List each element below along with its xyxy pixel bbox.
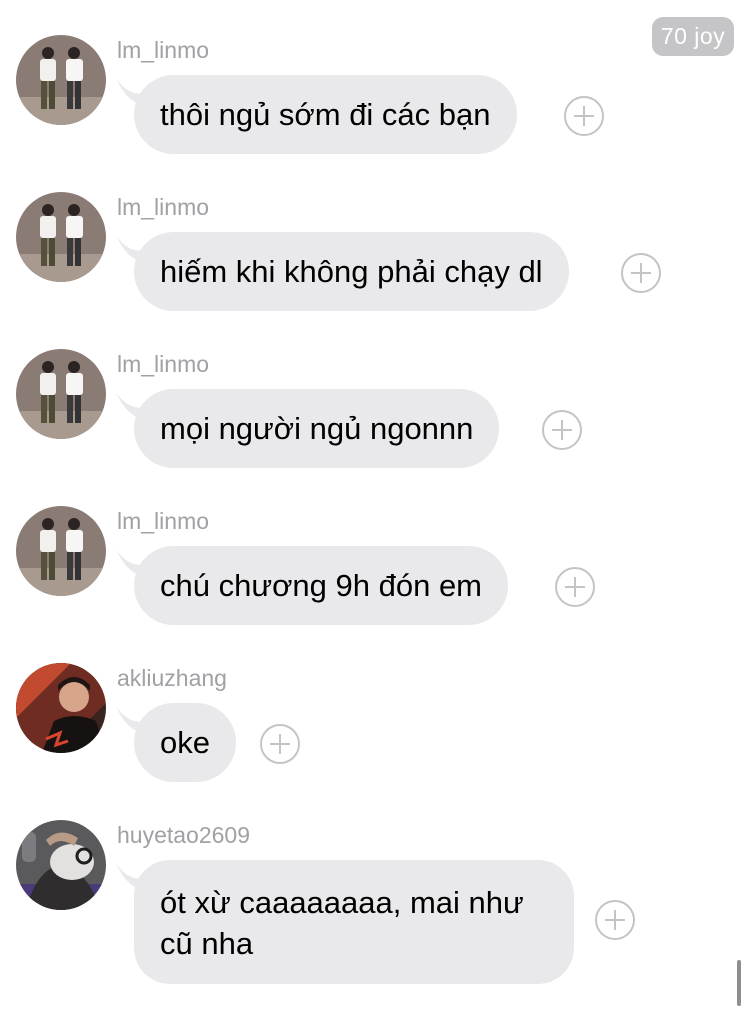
dancing-duo-avatar[interactable]: [16, 506, 106, 596]
message-username[interactable]: lm_linmo: [117, 507, 209, 535]
add-reaction-icon[interactable]: [542, 410, 582, 450]
dancing-duo-avatar[interactable]: [16, 349, 106, 439]
message-bubble[interactable]: chú chương 9h đón em: [134, 546, 509, 625]
scrollbar[interactable]: [737, 960, 741, 1006]
add-reaction-icon[interactable]: [564, 96, 604, 136]
message-username[interactable]: lm_linmo: [117, 193, 209, 221]
red-portrait-avatar[interactable]: [16, 663, 106, 753]
message-bubble[interactable]: oke: [134, 703, 236, 782]
message-username[interactable]: lm_linmo: [117, 36, 209, 64]
add-reaction-icon[interactable]: [621, 253, 661, 293]
add-reaction-icon[interactable]: [260, 724, 300, 764]
add-reaction-icon[interactable]: [555, 567, 595, 607]
message-bubble[interactable]: mọi người ngủ ngonnn: [134, 389, 500, 468]
dancing-duo-avatar[interactable]: [16, 35, 106, 125]
add-reaction-icon[interactable]: [595, 900, 635, 940]
chat-screen: 70 joy lm_linmo thôi ngủ sớm đi các bạn: [0, 0, 750, 1010]
joy-badge[interactable]: 70 joy: [652, 17, 734, 56]
message-username[interactable]: lm_linmo: [117, 350, 209, 378]
message-bubble[interactable]: ót xừ caaaaaaaa, mai như cũ nha: [134, 860, 574, 984]
message-bubble[interactable]: hiếm khi không phải chạy dl: [134, 232, 569, 311]
message-username[interactable]: akliuzhang: [117, 664, 227, 692]
dancing-duo-avatar[interactable]: [16, 192, 106, 282]
message-bubble[interactable]: thôi ngủ sớm đi các bạn: [134, 75, 517, 154]
masked-person-avatar[interactable]: [16, 820, 106, 910]
message-username[interactable]: huyetao2609: [117, 821, 250, 849]
